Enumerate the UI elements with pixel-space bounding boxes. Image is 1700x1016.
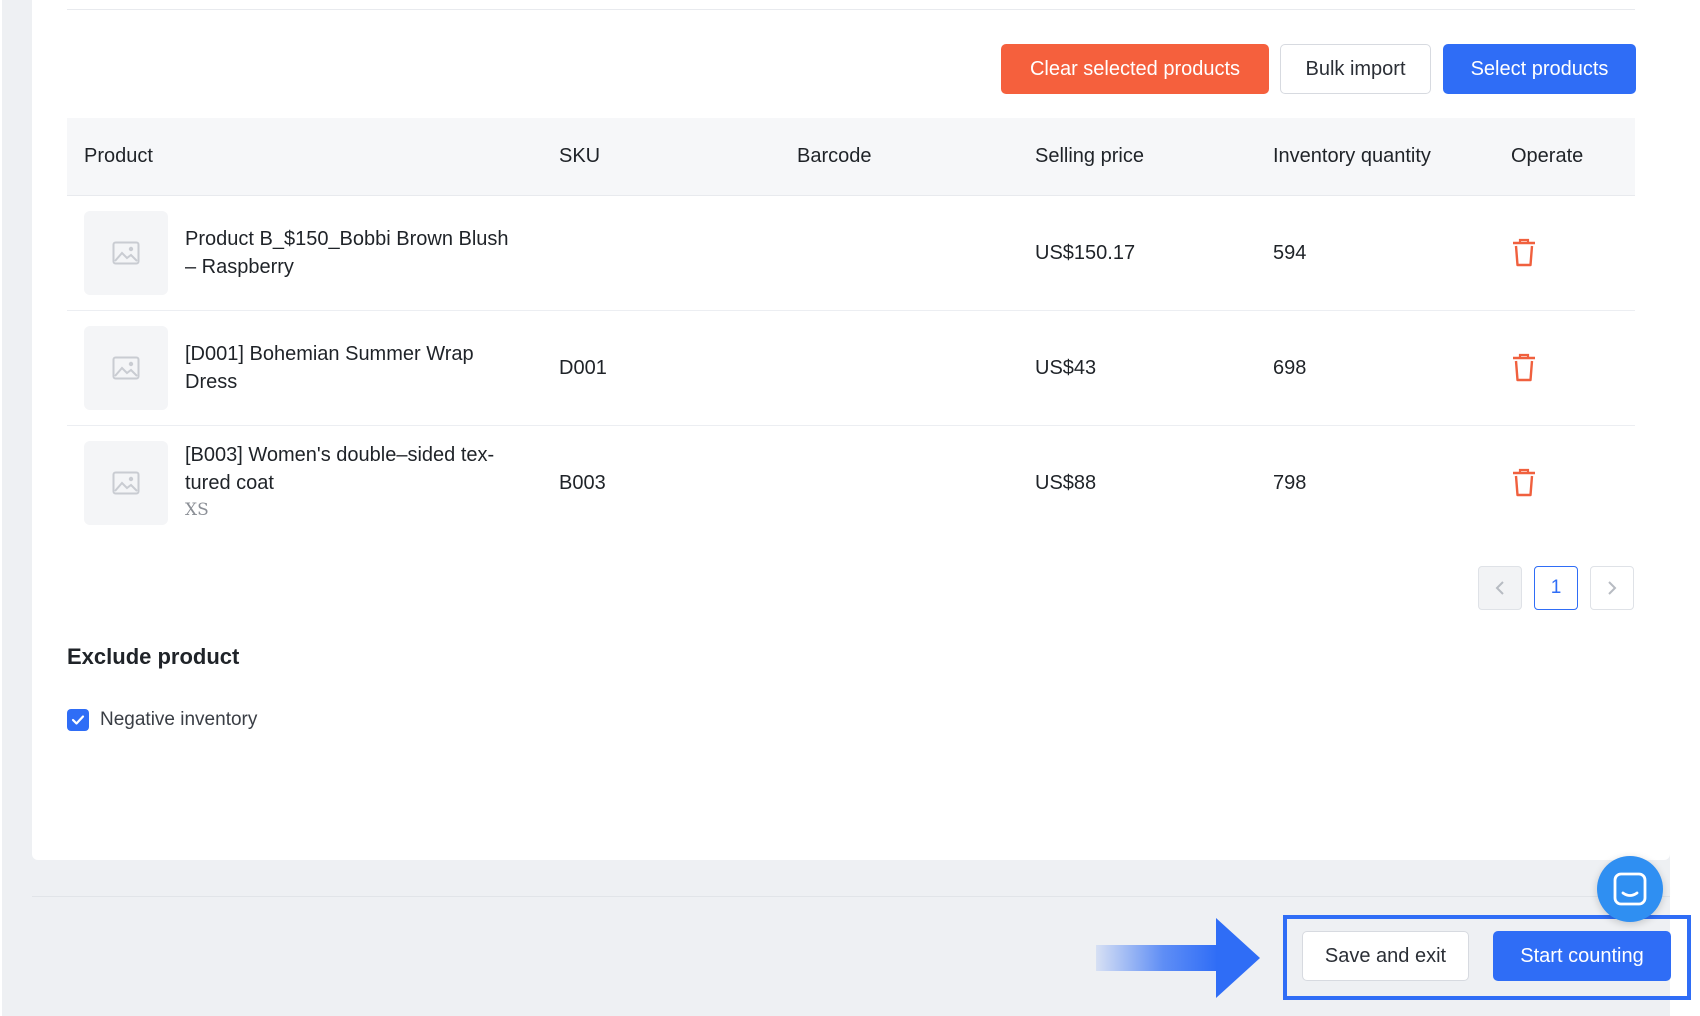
column-header-sku: SKU	[559, 145, 601, 167]
column-header-barcode: Barcode	[797, 145, 872, 167]
selling-price-cell: US$150.17	[1035, 242, 1136, 264]
pagination-prev-button[interactable]	[1478, 566, 1522, 610]
clear-selected-products-button[interactable]: Clear selected products	[1001, 44, 1269, 94]
product-thumbnail	[84, 441, 168, 525]
table-row: [B003] Women's double–sided tex-tured co…	[67, 426, 1635, 540]
product-title: [B003] Women's double–sided tex-tured co…	[185, 444, 495, 494]
inventory-quantity-cell: 698	[1273, 357, 1307, 379]
selling-price-cell: US$43	[1035, 357, 1097, 379]
product-name: Product B_$150_Bobbi Brown Blush – Raspb…	[185, 225, 525, 281]
negative-inventory-label[interactable]: Negative inventory	[100, 707, 257, 733]
column-header-product: Product	[84, 145, 153, 167]
sku-cell: D001	[559, 357, 607, 379]
start-counting-button[interactable]: Start counting	[1493, 931, 1671, 981]
table-row: Product B_$150_Bobbi Brown Blush – Raspb…	[67, 196, 1635, 311]
table-header: Product SKU Barcode Selling price Invent…	[67, 118, 1635, 196]
product-title: [D001] Bohemian Summer Wrap Dress	[185, 343, 474, 393]
product-thumbnail	[84, 326, 168, 410]
table-row: [D001] Bohemian Summer Wrap Dress D001 U…	[67, 311, 1635, 426]
negative-inventory-checkbox[interactable]	[67, 709, 89, 731]
chat-launcher-button[interactable]	[1597, 856, 1663, 922]
selling-price-cell: US$88	[1035, 472, 1097, 494]
pagination-page-1[interactable]: 1	[1534, 566, 1578, 610]
left-edge	[0, 0, 2, 1016]
inventory-quantity-cell: 798	[1273, 472, 1307, 494]
image-placeholder-icon	[112, 356, 140, 380]
trash-icon[interactable]	[1511, 468, 1537, 498]
bulk-import-button[interactable]: Bulk import	[1280, 44, 1431, 94]
save-and-exit-button[interactable]: Save and exit	[1302, 931, 1469, 981]
trash-icon[interactable]	[1511, 353, 1537, 383]
product-name: [D001] Bohemian Summer Wrap Dress	[185, 340, 525, 396]
product-title: Product B_$150_Bobbi Brown Blush – Raspb…	[185, 228, 509, 278]
pagination-next-button[interactable]	[1590, 566, 1634, 610]
select-products-button[interactable]: Select products	[1443, 44, 1636, 94]
inventory-quantity-cell: 594	[1273, 242, 1307, 264]
image-placeholder-icon	[112, 241, 140, 265]
chat-icon	[1613, 872, 1647, 906]
arrow-right-icon	[1096, 918, 1260, 998]
column-header-selling-price: Selling price	[1035, 145, 1144, 167]
product-name: [B003] Women's double–sided tex-tured co…	[185, 441, 525, 521]
product-thumbnail	[84, 211, 168, 295]
trash-icon[interactable]	[1511, 238, 1537, 268]
image-placeholder-icon	[112, 471, 140, 495]
chevron-left-icon	[1495, 581, 1504, 595]
footer-divider	[32, 896, 1670, 897]
column-header-inventory-quantity: Inventory quantity	[1273, 145, 1431, 167]
exclude-product-title: Exclude product	[67, 644, 240, 669]
sku-cell: B003	[559, 472, 606, 494]
column-header-operate: Operate	[1511, 145, 1584, 167]
top-divider	[67, 9, 1635, 10]
product-variant: XS	[185, 500, 209, 520]
checkmark-icon	[71, 715, 85, 725]
chevron-right-icon	[1608, 581, 1617, 595]
right-edge	[1670, 0, 1700, 1016]
